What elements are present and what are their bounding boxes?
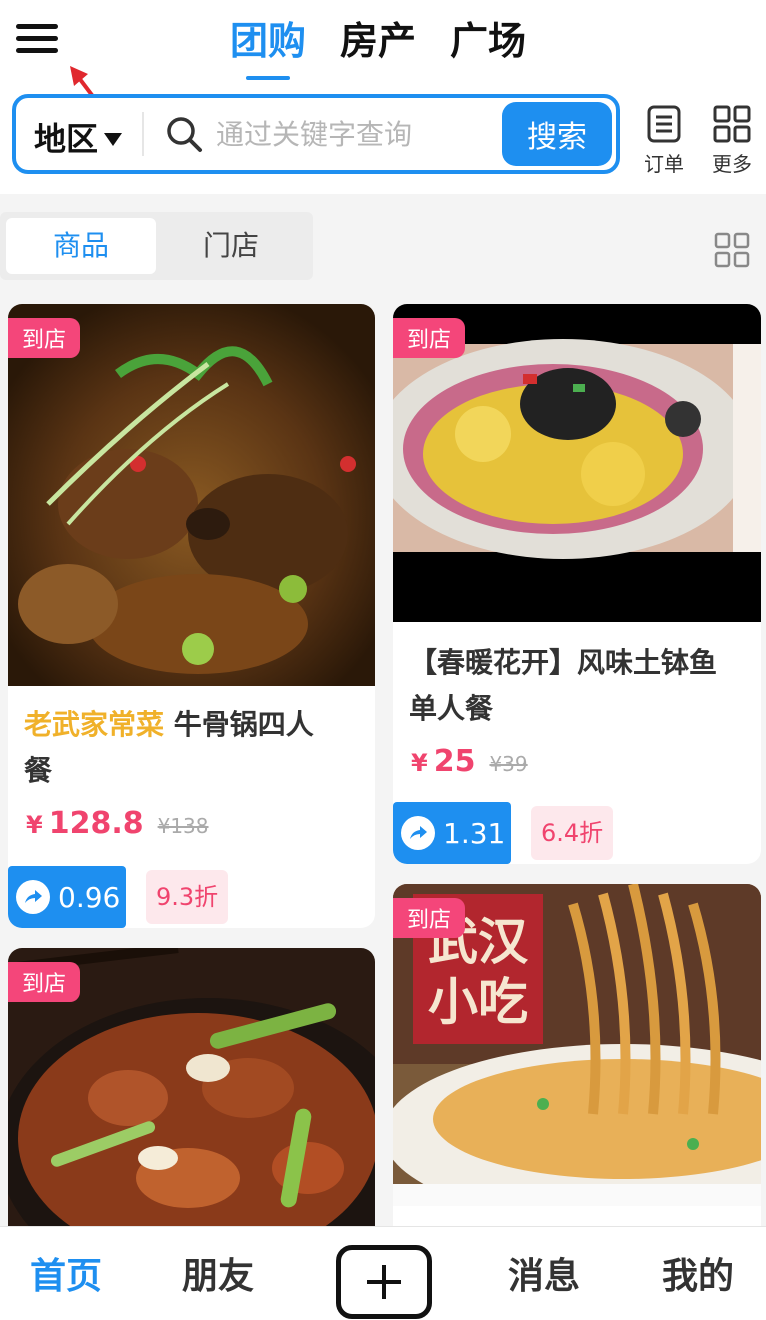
original-price: ¥138 [157, 814, 209, 838]
menu-icon[interactable] [16, 24, 58, 56]
tab-products[interactable]: 商品 [6, 218, 156, 274]
nav-me[interactable]: 我的 [662, 1247, 734, 1299]
share-rebate-button[interactable]: 1.31 [393, 802, 511, 864]
product-card[interactable]: 到店 【春暖花开】风味土钵鱼 单人餐 ¥25 ¥39 1.31 6.4折 [393, 304, 761, 864]
share-rebate-button[interactable]: 0.96 [8, 866, 126, 928]
in-store-badge: 到店 [8, 318, 81, 358]
price-row: ¥128.8 ¥138 [26, 806, 209, 841]
tab-real-estate[interactable]: 房产 [340, 16, 416, 66]
search-bar: 地区 搜索 [12, 94, 620, 174]
order-list-icon [647, 105, 681, 143]
in-store-badge: 到店 [393, 898, 466, 938]
category-bar: 商品 门店 [0, 194, 766, 300]
more-label: 更多 [712, 152, 752, 176]
product-name: 【春暖花开】风味土钵鱼 [409, 646, 718, 679]
discount-tag: 6.4折 [531, 806, 614, 860]
tab-group-buy[interactable]: 团购 [230, 16, 306, 66]
search-icon [167, 117, 202, 152]
share-arrow-icon [16, 880, 50, 914]
tab-square[interactable]: 广场 [450, 16, 526, 66]
image-text: 小吃 [428, 973, 528, 1031]
product-card[interactable]: 到店 [8, 948, 375, 1226]
nav-home[interactable]: 首页 [30, 1247, 102, 1299]
add-post-button[interactable] [336, 1245, 432, 1319]
current-price: ¥25 [411, 744, 476, 779]
region-selector[interactable]: 地区 [34, 114, 123, 160]
price-row: ¥25 ¥39 [411, 744, 528, 779]
layout-toggle-icon[interactable] [714, 232, 750, 268]
bottom-nav: 首页 朋友 消息 我的 [0, 1226, 766, 1320]
product-card[interactable]: 到店 老武家常菜 牛骨锅四人 餐 ¥128.8 ¥138 0.96 9.3折 [8, 304, 375, 928]
app-screen: 团购 房产 广场 地区 搜索 订单 [0, 0, 766, 1320]
divider [142, 112, 144, 156]
discount-tag: 9.3折 [146, 870, 229, 924]
share-value: 1.31 [443, 816, 506, 850]
product-name-cont: 单人餐 [409, 692, 494, 725]
category-segmented-control: 商品 门店 [0, 212, 313, 280]
tab-stores[interactable]: 门店 [156, 218, 306, 274]
in-store-badge: 到店 [8, 962, 81, 1002]
nav-friends[interactable]: 朋友 [182, 1247, 254, 1299]
order-label: 订单 [644, 152, 684, 176]
product-title: 老武家常菜 牛骨锅四人 餐 [24, 702, 364, 794]
order-button[interactable]: 订单 [634, 104, 694, 177]
top-header: 团购 房产 广场 地区 搜索 订单 [0, 0, 766, 194]
product-image [8, 304, 375, 686]
more-button[interactable]: 更多 [702, 104, 762, 177]
top-tabs: 团购 房产 广场 [230, 16, 526, 66]
original-price: ¥39 [489, 752, 528, 776]
caret-down-icon [104, 132, 123, 146]
share-value: 0.96 [58, 880, 121, 914]
search-button[interactable]: 搜索 [502, 102, 612, 166]
share-arrow-icon [401, 816, 435, 850]
grid-icon [713, 105, 751, 143]
current-price: ¥128.8 [26, 806, 144, 841]
search-input[interactable] [216, 108, 494, 160]
in-store-badge: 到店 [393, 318, 466, 358]
nav-messages[interactable]: 消息 [508, 1247, 580, 1299]
shop-name: 老武家常菜 [24, 708, 165, 741]
product-name-cont: 餐 [24, 754, 53, 787]
region-label: 地区 [34, 120, 99, 158]
product-feed: 到店 老武家常菜 牛骨锅四人 餐 ¥128.8 ¥138 0.96 9.3折 到… [0, 300, 766, 1226]
product-title: 【春暖花开】风味土钵鱼 单人餐 [409, 640, 759, 732]
product-card[interactable]: 武汉 小吃 到店 [393, 884, 761, 1226]
product-name: 牛骨锅四人 [164, 708, 314, 741]
